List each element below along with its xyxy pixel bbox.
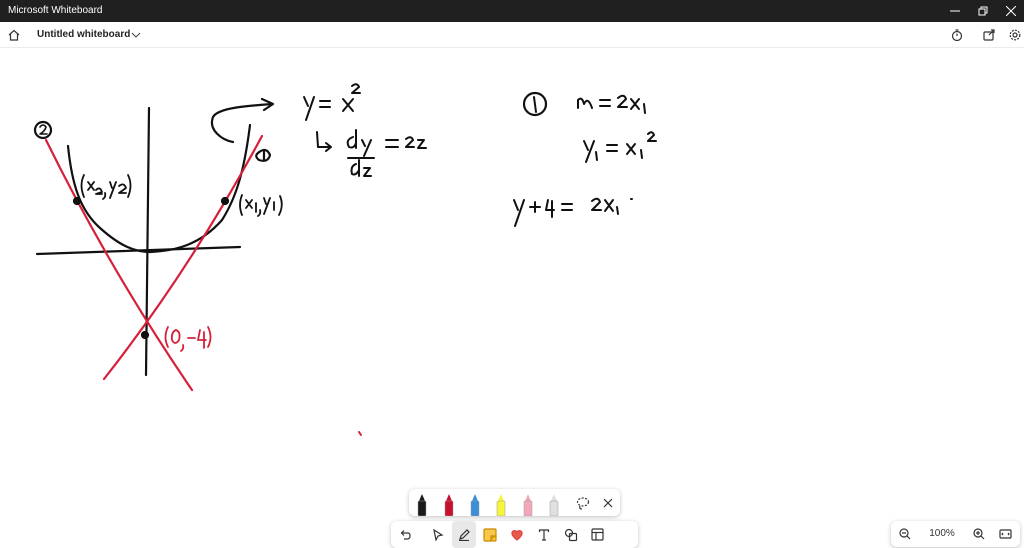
ink-layer xyxy=(33,83,657,436)
fit-to-screen-button[interactable] xyxy=(993,521,1017,547)
templates-button[interactable] xyxy=(585,521,609,548)
fit-screen-icon xyxy=(998,529,1012,539)
point-x2-y2 xyxy=(72,196,82,206)
zoom-controls: 100% xyxy=(891,521,1020,547)
timer-button[interactable] xyxy=(949,27,965,43)
undo-button[interactable] xyxy=(393,521,417,548)
text-button[interactable] xyxy=(532,521,556,548)
blue-pen[interactable] xyxy=(468,493,482,517)
label-x2-y2 xyxy=(80,174,132,200)
pen-icon xyxy=(459,528,470,541)
blue-pen-icon xyxy=(470,494,480,517)
title-bar: Microsoft Whiteboard xyxy=(0,0,1024,22)
red-pen[interactable] xyxy=(442,493,456,517)
lasso-icon xyxy=(576,496,590,510)
zoom-out-button[interactable] xyxy=(893,521,917,547)
heart-icon xyxy=(511,529,523,541)
select-icon xyxy=(433,528,444,541)
close-icon xyxy=(603,498,613,507)
red-pen-icon xyxy=(444,494,454,517)
undo-icon xyxy=(400,529,411,540)
yellow-highlighter-icon xyxy=(496,494,506,517)
timer-icon xyxy=(951,29,963,41)
eq-y-equals-x-squared xyxy=(303,83,361,121)
eq-slope xyxy=(577,94,646,114)
zoom-level[interactable]: 100% xyxy=(927,528,957,539)
eraser-icon xyxy=(549,494,559,517)
eraser[interactable] xyxy=(547,493,561,517)
label-digit-2 xyxy=(39,124,48,135)
sticky-note-button[interactable] xyxy=(478,521,502,548)
arrow-stroke xyxy=(210,97,275,144)
label-0-minus-4 xyxy=(164,326,212,352)
yellow-highlighter[interactable] xyxy=(494,493,508,517)
zoom-in-icon xyxy=(973,528,985,540)
close-window-button[interactable] xyxy=(994,0,1024,22)
pink-highlighter[interactable] xyxy=(521,493,535,517)
reactions-button[interactable] xyxy=(505,521,529,548)
shapes-icon xyxy=(564,528,578,541)
step-digit-1 xyxy=(533,96,537,113)
zoom-out-icon xyxy=(899,528,911,540)
eq-derivative xyxy=(316,129,427,177)
board-title[interactable]: Untitled whiteboard xyxy=(37,29,130,40)
pen-button[interactable] xyxy=(452,521,476,548)
shapes-button[interactable] xyxy=(559,521,583,548)
home-icon xyxy=(8,29,20,41)
eq-point-relation xyxy=(583,131,657,163)
select-button[interactable] xyxy=(426,521,450,548)
chevron-down-icon[interactable] xyxy=(131,30,141,40)
lasso-button[interactable] xyxy=(571,489,595,516)
app-header: Untitled whiteboard xyxy=(0,22,1024,48)
share-icon xyxy=(983,29,995,41)
minimize-icon xyxy=(950,10,960,12)
main-toolbar xyxy=(391,521,638,548)
label-digit-1-circled xyxy=(255,148,272,162)
label-x1-y1 xyxy=(239,194,283,217)
close-icon xyxy=(1006,6,1016,16)
tangent-line-2 xyxy=(44,138,194,392)
eq-tangent-line xyxy=(513,197,633,227)
black-pen[interactable] xyxy=(415,493,429,517)
text-icon xyxy=(538,528,550,541)
point-x1-y1 xyxy=(220,196,230,206)
pen-toolbar xyxy=(409,489,620,517)
settings-button[interactable] xyxy=(1007,27,1023,43)
close-pens-button[interactable] xyxy=(596,489,620,516)
whiteboard-canvas[interactable] xyxy=(0,48,1024,548)
tangent-line-1 xyxy=(102,134,264,381)
home-button[interactable] xyxy=(5,26,23,44)
restore-icon xyxy=(978,6,988,16)
black-pen-icon xyxy=(417,494,427,517)
gear-icon xyxy=(1009,29,1021,41)
app-title: Microsoft Whiteboard xyxy=(8,5,103,16)
pink-highlighter-icon xyxy=(523,494,533,517)
stray-ink-dot xyxy=(358,431,362,436)
sticky-note-icon xyxy=(483,527,497,542)
share-button[interactable] xyxy=(981,27,997,43)
templates-icon xyxy=(590,528,604,541)
zoom-in-button[interactable] xyxy=(967,521,991,547)
point-0-minus4 xyxy=(140,330,150,340)
